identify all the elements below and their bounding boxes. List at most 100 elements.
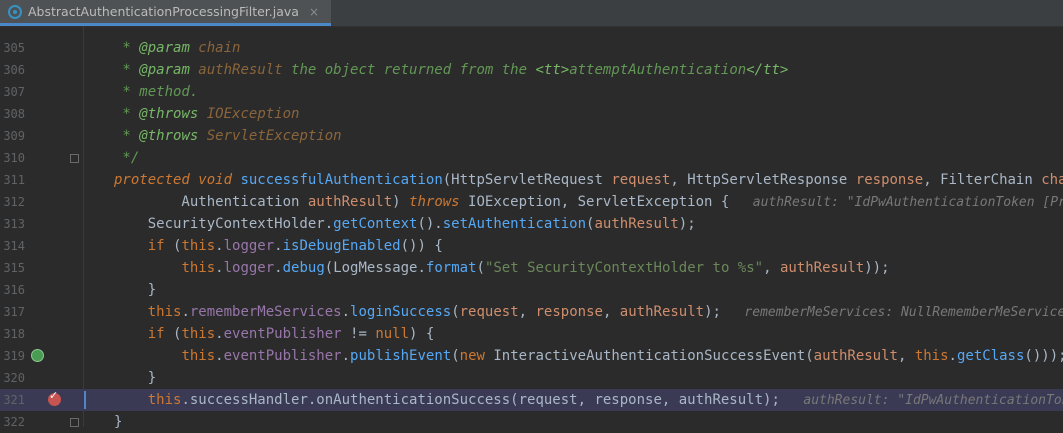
code-text[interactable]: }	[114, 367, 156, 389]
code-token: ,	[518, 304, 536, 320]
code-token: this	[147, 392, 182, 408]
code-token: .	[215, 348, 224, 364]
code-token: authResult	[619, 304, 705, 320]
code-line[interactable]: 314 if (this.logger.isDebugEnabled()) {	[0, 235, 1063, 257]
code-line[interactable]: 310 */	[0, 147, 1063, 169]
code-text[interactable]: Authentication authResult) throws IOExce…	[114, 191, 1063, 214]
code-token: request	[459, 304, 519, 320]
code-line[interactable]: 305 * @param chain	[0, 37, 1063, 59]
code-line[interactable]: 318 if (this.eventPublisher != null) {	[0, 323, 1063, 345]
code-token: rememberMeServices	[189, 304, 342, 320]
line-number[interactable]: 309	[0, 125, 25, 147]
line-number[interactable]: 312	[0, 191, 25, 213]
code-token: .	[341, 304, 351, 320]
line-number[interactable]: 320	[0, 367, 25, 389]
code-text[interactable]: * @param authResult the object returned …	[114, 59, 788, 81]
code-token: Authentication	[114, 194, 308, 210]
line-number[interactable]: 318	[0, 323, 25, 345]
code-line[interactable]: 317 this.rememberMeServices.loginSuccess…	[0, 301, 1063, 323]
line-number[interactable]: 306	[0, 59, 25, 81]
code-token: attemptAuthentication	[569, 62, 747, 78]
code-token: * method.	[114, 84, 199, 100]
code-line[interactable]: 309 * @throws ServletException	[0, 125, 1063, 147]
fold-marker-icon[interactable]	[70, 418, 79, 427]
line-number[interactable]: 317	[0, 301, 25, 323]
fold-marker-icon[interactable]	[70, 154, 79, 163]
code-token: );	[704, 304, 721, 320]
code-token: isDebugEnabled	[282, 238, 401, 254]
code-line[interactable]: 315 this.logger.debug(LogMessage.format(…	[0, 257, 1063, 279]
code-token: </tt>	[746, 62, 789, 78]
code-text[interactable]: * @param chain	[114, 37, 240, 59]
code-text[interactable]: if (this.logger.isDebugEnabled()) {	[114, 235, 443, 257]
code-line[interactable]: 321 this.successHandler.onAuthentication…	[0, 389, 1063, 411]
code-token: @param	[139, 62, 190, 78]
code-token: (	[451, 304, 460, 320]
line-number[interactable]: 314	[0, 235, 25, 257]
line-number[interactable]: 313	[0, 213, 25, 235]
code-token: setAuthentication	[442, 216, 587, 232]
code-line[interactable]: 311 protected void successfulAuthenticati…	[0, 169, 1063, 191]
code-text[interactable]: this.logger.debug(LogMessage.format("Set…	[114, 257, 889, 279]
code-text[interactable]: this.eventPublisher.publishEvent(new Int…	[114, 345, 1063, 368]
code-token: this	[181, 326, 216, 342]
line-number[interactable]: 316	[0, 279, 25, 301]
code-text[interactable]: }	[114, 279, 156, 301]
code-token: IOException, ServletException {	[459, 194, 730, 210]
code-text[interactable]: this.rememberMeServices.loginSuccess(req…	[114, 301, 1063, 324]
code-token: }	[114, 414, 123, 430]
breakpoint-icon[interactable]: ✓	[48, 389, 61, 406]
code-text[interactable]: * @throws IOException	[114, 103, 299, 125]
close-icon[interactable]: ×	[309, 5, 319, 19]
code-text[interactable]: SecurityContextHolder.getContext().setAu…	[114, 213, 696, 235]
code-token: this	[147, 304, 182, 320]
line-number[interactable]: 319	[0, 345, 25, 367]
code-token: loginSuccess	[350, 304, 452, 320]
code-line[interactable]: 308 * @throws IOException	[0, 103, 1063, 125]
text-caret	[84, 391, 86, 409]
code-text[interactable]: * @throws ServletException	[114, 125, 341, 147]
code-text[interactable]: */	[114, 147, 139, 169]
code-token: @param	[139, 40, 190, 56]
line-number[interactable]: 310	[0, 147, 25, 169]
code-editor[interactable]: 305 * @param chain 306 * @param authResul…	[0, 26, 1063, 430]
code-text[interactable]: if (this.eventPublisher != null) {	[114, 323, 435, 345]
code-token: null	[375, 326, 410, 342]
code-token: @throws	[139, 128, 199, 144]
line-number[interactable]: 305	[0, 37, 25, 59]
implementation-gutter-icon[interactable]	[31, 349, 44, 362]
code-line[interactable]: 322}	[0, 411, 1063, 433]
file-tab[interactable]: AbstractAuthenticationProcessingFilter.j…	[0, 0, 332, 26]
code-text[interactable]: * method.	[114, 81, 198, 103]
code-token: IOException	[198, 106, 300, 122]
code-token: (	[164, 238, 182, 254]
line-number[interactable]: 315	[0, 257, 25, 279]
code-text[interactable]: this.successHandler.onAuthenticationSucc…	[114, 389, 1063, 412]
code-line[interactable]: 319 this.eventPublisher.publishEvent(new…	[0, 345, 1063, 367]
line-number[interactable]: 311	[0, 169, 25, 191]
code-token: , HttpServletResponse	[670, 172, 856, 188]
line-number[interactable]: 322	[0, 411, 25, 433]
line-number[interactable]: 321	[0, 389, 25, 411]
code-token: *	[114, 62, 140, 78]
code-line[interactable]: 312 Authentication authResult) throws IO…	[0, 191, 1063, 213]
code-token: .	[948, 348, 957, 364]
code-line[interactable]: 313 SecurityContextHolder.getContext().s…	[0, 213, 1063, 235]
line-number[interactable]: 307	[0, 81, 25, 103]
debug-inline-value: rememberMeServices: NullRememberMeServic…	[720, 305, 1063, 320]
line-number[interactable]: 308	[0, 103, 25, 125]
code-token: );	[678, 216, 696, 232]
code-line[interactable]: 316 }	[0, 279, 1063, 301]
code-token: *	[114, 40, 140, 56]
code-token: .	[274, 238, 283, 254]
code-line[interactable]: 306 * @param authResult the object retur…	[0, 59, 1063, 81]
code-text[interactable]: protected void successfulAuthentication(…	[114, 169, 1063, 191]
code-token: chain	[189, 40, 241, 56]
code-line[interactable]: 320 }	[0, 367, 1063, 389]
code-line[interactable]: 307 * method.	[0, 81, 1063, 103]
code-token: eventPublisher	[223, 348, 342, 364]
code-text[interactable]: }	[114, 411, 122, 433]
code-token: ) {	[409, 326, 435, 342]
